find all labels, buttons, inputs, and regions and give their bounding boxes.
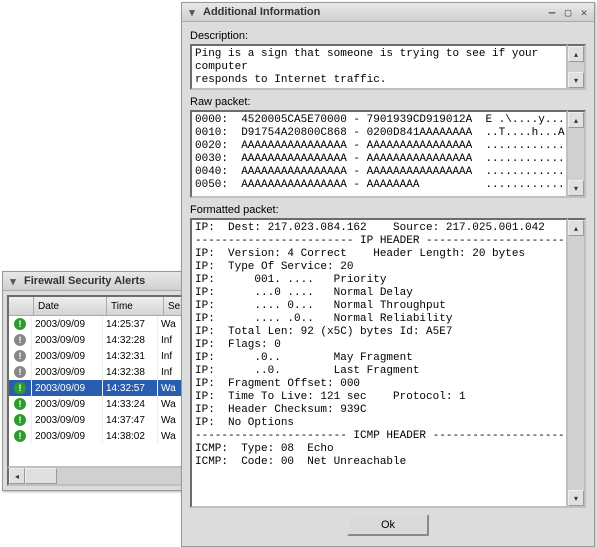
alert-icon: ! [9,380,32,396]
cell-date: 2003/09/09 [32,348,103,364]
cell-date: 2003/09/09 [32,412,103,428]
formatted-packet-vscrollbar[interactable]: ▴ ▾ [568,218,586,508]
minimize-icon[interactable]: — [545,5,559,19]
cell-date: 2003/09/09 [32,428,103,444]
raw-packet-textbox[interactable]: 0000: 4520005CA5E70000 - 7901939CD919012… [190,110,568,198]
maximize-icon[interactable]: ▢ [561,5,575,19]
raw-packet-label: Raw packet: [190,96,586,108]
alert-icon: ! [9,316,32,332]
cell-time: 14:33:24 [103,396,158,412]
description-vscrollbar[interactable]: ▴ ▾ [568,44,586,90]
scroll-up-icon[interactable]: ▴ [568,220,584,236]
alert-icon: ! [9,364,32,380]
scroll-down-icon[interactable]: ▾ [568,180,584,196]
description-label: Description: [190,30,586,42]
cell-time: 14:38:02 [103,428,158,444]
cell-time: 14:32:57 [103,380,158,396]
cell-time: 14:32:28 [103,332,158,348]
window-menu-icon[interactable]: ▾ [185,5,199,19]
cell-date: 2003/09/09 [32,380,103,396]
cell-date: 2003/09/09 [32,364,103,380]
cell-time: 14:32:31 [103,348,158,364]
alert-icon: ! [9,396,32,412]
cell-time: 14:32:38 [103,364,158,380]
cell-time: 14:25:37 [103,316,158,332]
cell-time: 14:37:47 [103,412,158,428]
scroll-down-icon[interactable]: ▾ [568,72,584,88]
formatted-packet-textbox[interactable]: IP: Dest: 217.023.084.162 Source: 217.02… [190,218,568,508]
hscroll-thumb[interactable] [25,468,57,484]
scroll-up-icon[interactable]: ▴ [568,112,584,128]
col-time[interactable]: Time [107,297,164,315]
cell-date: 2003/09/09 [32,316,103,332]
alert-icon: ! [9,412,32,428]
additional-info-window: ▾ Additional Information — ▢ ✕ Descripti… [181,2,595,547]
scroll-down-icon[interactable]: ▾ [568,490,584,506]
ok-button[interactable]: Ok [347,514,429,536]
window-menu-icon[interactable]: ▾ [6,274,20,288]
alert-icon: ! [9,332,32,348]
scroll-up-icon[interactable]: ▴ [568,46,584,62]
col-icon[interactable] [9,297,34,315]
info-title: Additional Information [199,6,543,18]
raw-packet-vscrollbar[interactable]: ▴ ▾ [568,110,586,198]
alert-icon: ! [9,428,32,444]
close-icon[interactable]: ✕ [577,5,591,19]
cell-date: 2003/09/09 [32,396,103,412]
alert-icon: ! [9,348,32,364]
col-date[interactable]: Date [34,297,107,315]
cell-date: 2003/09/09 [32,332,103,348]
scroll-left-icon[interactable]: ◂ [9,468,25,484]
formatted-packet-label: Formatted packet: [190,204,586,216]
description-textbox[interactable]: Ping is a sign that someone is trying to… [190,44,568,90]
info-titlebar[interactable]: ▾ Additional Information — ▢ ✕ [182,3,594,22]
